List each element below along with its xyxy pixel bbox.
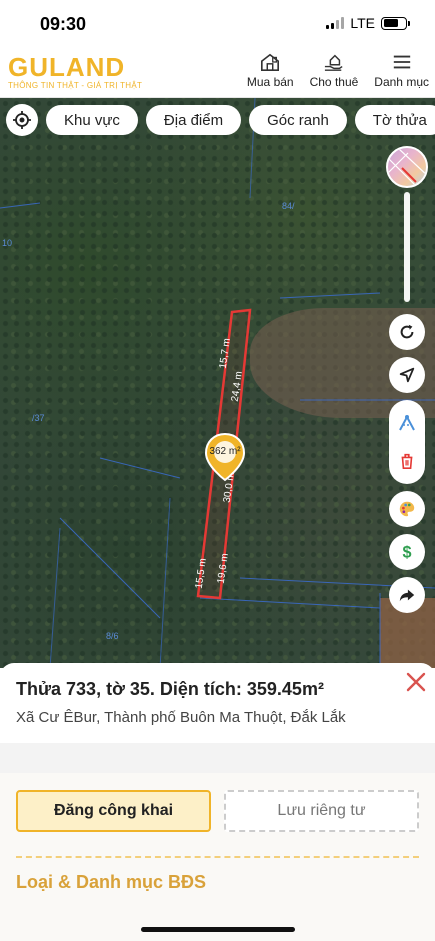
plot-area-label: 362 m² (209, 446, 241, 457)
house-icon (261, 53, 280, 71)
delete-button[interactable] (389, 442, 425, 480)
section-divider (16, 856, 419, 858)
plot-area-marker[interactable]: 362 m² (204, 432, 246, 482)
logo-tagline: THÔNG TIN THẬT - GIÁ TRỊ THẬT (8, 81, 143, 90)
nav-menu[interactable]: Danh mục (374, 52, 429, 89)
svg-text:$: $ (402, 543, 411, 561)
app-header: GULAND THÔNG TIN THẬT - GIÁ TRỊ THẬT Mua… (0, 46, 435, 98)
navigate-button[interactable] (389, 357, 425, 393)
logo-text: GULAND (8, 52, 126, 82)
battery-icon (381, 16, 410, 30)
header-nav: Mua bán Cho thuê Danh mục (247, 52, 429, 89)
map-parcel-label: 8/6 (106, 631, 119, 641)
publish-button[interactable]: Đăng công khai (16, 790, 211, 832)
palette-button[interactable] (389, 491, 425, 527)
status-indicators: LTE (326, 15, 410, 31)
menu-icon (393, 55, 410, 69)
map-parcel-label: 10 (2, 238, 13, 248)
share-arrow-icon (399, 589, 415, 602)
plot-title: Thửa 733, tờ 35. Diện tích: 359.45m² (16, 679, 324, 699)
zoom-slider[interactable] (404, 192, 410, 302)
map-pin-icon (204, 432, 246, 482)
nav-buy-sell[interactable]: Mua bán (247, 52, 294, 89)
filter-chip-boundary[interactable]: Góc ranh (249, 105, 347, 135)
nav-rent-label: Cho thuê (309, 75, 359, 89)
nav-rent[interactable]: Cho thuê (309, 52, 359, 89)
crosshair-icon (13, 111, 31, 129)
measure-icon (399, 414, 415, 431)
nav-menu-label: Danh mục (374, 75, 429, 89)
measure-tool-group (389, 400, 425, 484)
map-parcel-label: /37 (32, 413, 45, 423)
palette-icon (399, 501, 415, 517)
nav-buy-sell-label: Mua bán (246, 75, 294, 89)
filter-chip-location[interactable]: Địa điểm (145, 105, 242, 135)
price-button[interactable]: $ (389, 534, 425, 570)
signal-icon (326, 17, 345, 29)
save-private-button[interactable]: Lưu riêng tư (224, 790, 419, 832)
plot-info-sheet: Thửa 733, tờ 35. Diện tích: 359.45m² Xã … (0, 663, 435, 941)
home-indicator[interactable] (141, 927, 295, 932)
filter-chip-sheet-plot[interactable]: Tờ thửa (354, 105, 435, 135)
refresh-icon (400, 324, 414, 339)
guland-logo[interactable]: GULAND THÔNG TIN THẬT - GIÁ TRỊ THẬT (8, 54, 142, 90)
sheet-divider (0, 743, 435, 773)
close-icon[interactable] (405, 671, 427, 693)
satellite-map[interactable]: 84/ 10 /37 8/6 15,7 m 24,4 m 30,0 m 15,5… (0, 98, 435, 668)
map-side-toolbar: $ (386, 146, 428, 613)
locate-button[interactable] (6, 104, 38, 136)
map-layer-icon (388, 148, 426, 186)
status-time: 09:30 (40, 14, 87, 34)
share-button[interactable] (389, 577, 425, 613)
map-layer-toggle[interactable] (386, 146, 428, 188)
status-bar: 09:30 LTE (0, 0, 435, 46)
measure-button[interactable] (389, 404, 425, 442)
dollar-icon: $ (402, 543, 411, 561)
filter-bar: Khu vực Địa điểm Góc ranh Tờ thửa (6, 104, 435, 136)
category-section-title[interactable]: Loại & Danh mục BĐS (16, 872, 206, 893)
filter-chip-area[interactable]: Khu vực (46, 105, 138, 135)
refresh-button[interactable] (389, 314, 425, 350)
navigation-arrow-icon (399, 367, 415, 383)
map-parcel-label: 84/ (282, 201, 295, 211)
hand-house-icon (324, 54, 343, 71)
plot-address: Xã Cư ÊBur, Thành phố Buôn Ma Thuột, Đắk… (16, 709, 346, 726)
network-type: LTE (350, 15, 375, 31)
trash-icon (401, 453, 413, 470)
